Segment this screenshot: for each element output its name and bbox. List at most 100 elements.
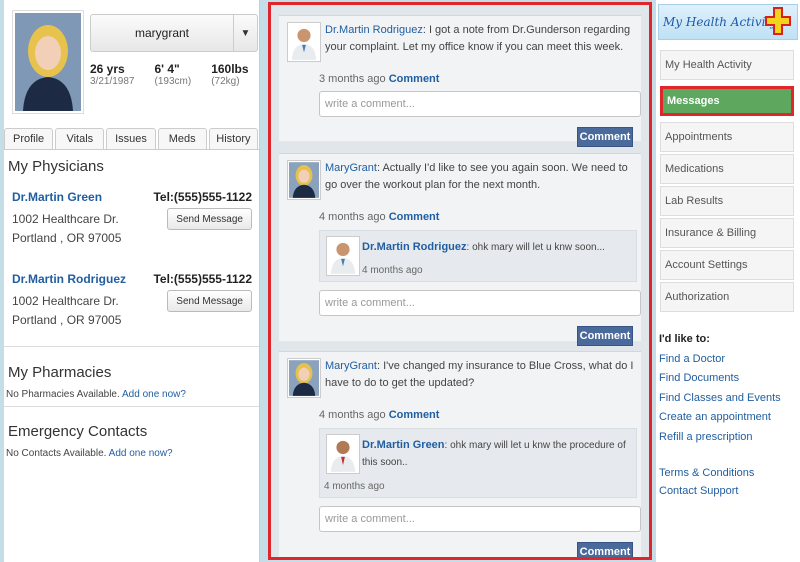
emergency-empty-text: No Contacts Available. [6,448,107,459]
comment-input[interactable]: write a comment... [319,91,641,117]
reply-text: Dr.Martin Rodriguez: ohk mary will let u… [362,239,634,256]
reply-card: Dr.Martin Rodriguez: ohk mary will let u… [319,230,637,282]
pharmacies-empty-text: No Pharmacies Available. [6,389,120,400]
height-stat: 6' 4" (193cm) [155,62,192,87]
message-meta: 3 months ago Comment [319,73,439,85]
physicians-title: My Physicians [8,158,104,175]
birthdate: 3/21/1987 [90,76,135,87]
address-city: Portland , OR 97005 [12,231,122,245]
find-documents-link[interactable]: Find Documents [659,369,781,389]
comment-link[interactable]: Comment [389,211,440,223]
address-line: 1002 Healthcare Dr. [12,294,119,308]
profile-sidebar: marygrant ▼ 26 yrs 3/21/1987 6' 4" (193cm)… [4,0,260,562]
doctor-avatar [287,22,321,62]
emergency-info: No Contacts Available. Add one now? [6,448,173,459]
nav-insurance-billing[interactable]: Insurance & Billing [660,218,794,248]
profile-photo [12,10,84,114]
chevron-down-icon[interactable]: ▼ [233,15,257,51]
reply-time: 4 months ago [362,265,423,276]
contact-support-link[interactable]: Contact Support [659,482,754,500]
physician-name[interactable]: Dr.Martin Green [12,190,102,204]
height-cm: (193cm) [154,76,192,87]
add-contact-link[interactable]: Add one now? [109,448,173,459]
send-message-button[interactable]: Send Message [167,290,252,312]
messages-feed: Dr.Martin Rodriguez: I got a note from D… [268,2,652,560]
find-classes-link[interactable]: Find Classes and Events [659,389,781,409]
address-city: Portland , OR 97005 [12,313,122,327]
physician-name[interactable]: Dr.Martin Rodriguez [12,272,126,286]
message-text: Dr.Martin Rodriguez: I got a note from D… [325,22,635,56]
plus-icon [765,7,791,35]
nav-messages[interactable]: Messages [660,86,794,116]
age: 26 yrs [90,62,125,76]
comment-button[interactable]: Comment [577,127,633,147]
profile-tabs: Profile Vitals Issues Meds History [4,128,259,150]
message-card: MaryGrant: I've changed my insurance to … [279,351,641,557]
height: 6' 4" [154,62,180,76]
quick-links-heading: I'd like to: [659,333,710,345]
address-line: 1002 Healthcare Dr. [12,212,119,226]
pharmacies-title: My Pharmacies [8,364,112,381]
reply-author[interactable]: Dr.Martin Green [362,439,445,451]
message-card: Dr.Martin Rodriguez: I got a note from D… [279,15,641,147]
nav-appointments[interactable]: Appointments [660,122,794,152]
tab-issues[interactable]: Issues [106,128,156,149]
find-doctor-link[interactable]: Find a Doctor [659,350,781,370]
emergency-title: Emergency Contacts [8,423,148,440]
comment-link[interactable]: Comment [389,409,440,421]
reply-card: Dr.Martin Green: ohk mary will let u knw… [319,428,637,498]
nav-authorization[interactable]: Authorization [660,282,794,312]
message-author[interactable]: MaryGrant [325,162,377,174]
message-card: MaryGrant: Actually I'd like to see you … [279,153,641,346]
reply-author[interactable]: Dr.Martin Rodriguez [362,241,467,253]
avatar [15,13,81,111]
message-time: 4 months ago [319,409,386,421]
tab-meds[interactable]: Meds [157,128,207,149]
send-message-button[interactable]: Send Message [167,208,252,230]
username: marygrant [134,26,190,40]
message-time: 4 months ago [319,211,386,223]
weight-stat: 160lbs (72kg) [211,62,248,87]
divider [4,406,259,407]
logo-text: My Health Activity [663,15,778,29]
message-text: MaryGrant: Actually I'd like to see you … [325,160,635,194]
tab-history[interactable]: History [208,128,259,149]
nav-medications[interactable]: Medications [660,154,794,184]
navigation-sidebar: My Health Activity My Health Activity Me… [656,0,800,562]
comment-input[interactable]: write a comment... [319,290,641,316]
nav-lab-results[interactable]: Lab Results [660,186,794,216]
weight: 160lbs [211,62,249,76]
comment-button[interactable]: Comment [577,542,633,557]
message-meta: 4 months ago Comment [319,409,439,421]
app-logo[interactable]: My Health Activity [658,4,798,40]
age-stat: 26 yrs 3/21/1987 [90,62,135,87]
quick-links: I'd like to: Find a Doctor Find Document… [659,330,781,447]
comment-input[interactable]: write a comment... [319,506,641,532]
refill-prescription-link[interactable]: Refill a prescription [659,428,781,448]
nav-my-health-activity[interactable]: My Health Activity [660,50,794,80]
message-time: 3 months ago [319,73,386,85]
terms-link[interactable]: Terms & Conditions [659,464,754,482]
add-pharmacy-link[interactable]: Add one now? [122,389,186,400]
divider [4,346,259,347]
message-author[interactable]: MaryGrant [325,360,377,372]
nav-account-settings[interactable]: Account Settings [660,250,794,280]
reply-body: : ohk mary will let u knw soon... [466,242,605,253]
weight-kg: (72kg) [211,76,240,87]
message-meta: 4 months ago Comment [319,211,439,223]
pharmacies-info: No Pharmacies Available. Add one now? [6,389,186,400]
create-appointment-link[interactable]: Create an appointment [659,408,781,428]
physician-tel: Tel:(555)555-1122 [153,272,252,286]
tab-vitals[interactable]: Vitals [55,128,105,149]
tab-profile[interactable]: Profile [4,128,54,149]
username-dropdown[interactable]: marygrant ▼ [90,14,258,52]
comment-button[interactable]: Comment [577,326,633,346]
profile-stats: 26 yrs 3/21/1987 6' 4" (193cm) 160lbs (72kg… [90,62,249,87]
doctor-avatar [326,236,360,276]
reply-text: Dr.Martin Green: ohk mary will let u knw… [362,437,634,471]
user-avatar [287,160,321,200]
message-author[interactable]: Dr.Martin Rodriguez [325,24,423,36]
comment-link[interactable]: Comment [389,73,440,85]
user-avatar [287,358,321,398]
message-text: MaryGrant: I've changed my insurance to … [325,358,641,392]
